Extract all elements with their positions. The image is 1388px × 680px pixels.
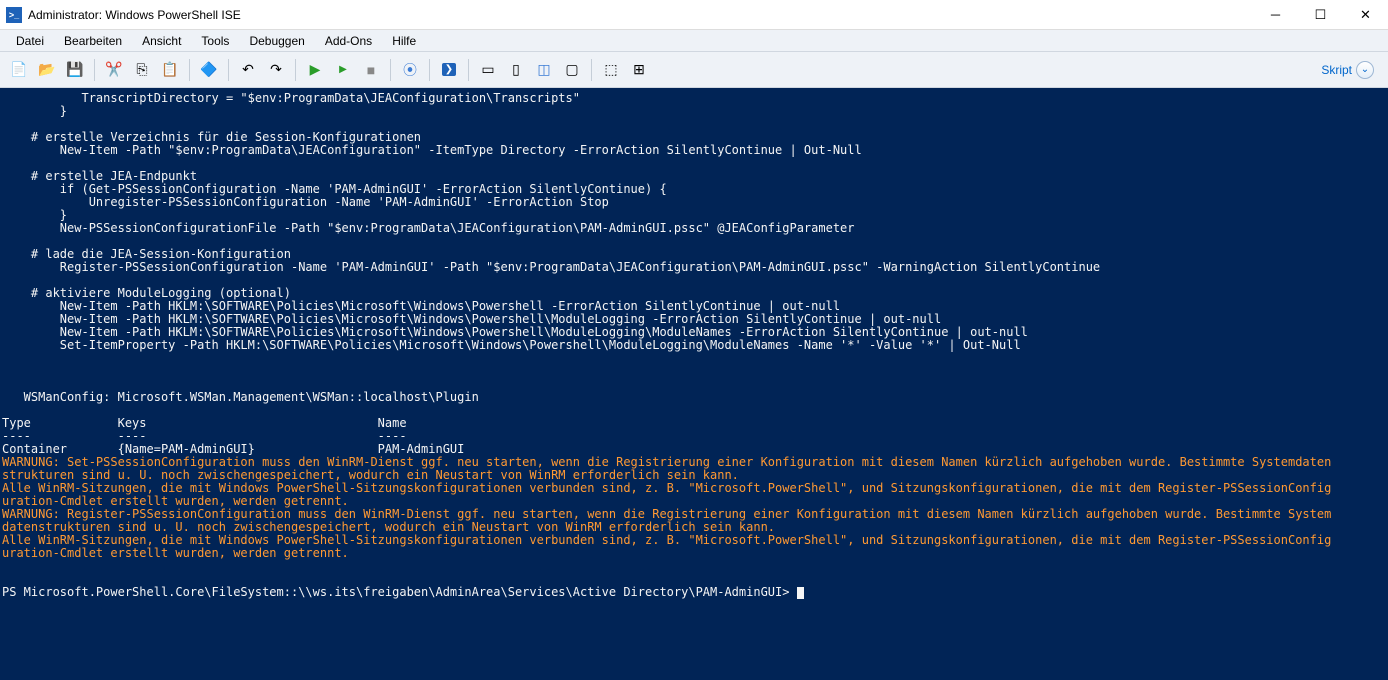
separator xyxy=(390,59,391,81)
chevron-down-icon: ⌄ xyxy=(1356,61,1374,79)
minimize-button[interactable]: ─ xyxy=(1253,0,1298,30)
pane-layout1-icon[interactable] xyxy=(475,57,501,83)
run-icon[interactable] xyxy=(302,57,328,83)
maximize-button[interactable]: ☐ xyxy=(1298,0,1343,30)
console-output[interactable]: TranscriptDirectory = "$env:ProgramData\… xyxy=(0,88,1388,603)
menubar: Datei Bearbeiten Ansicht Tools Debuggen … xyxy=(0,30,1388,52)
copy-icon[interactable] xyxy=(129,57,155,83)
menu-ansicht[interactable]: Ansicht xyxy=(134,32,189,50)
menu-bearbeiten[interactable]: Bearbeiten xyxy=(56,32,130,50)
undo-icon[interactable] xyxy=(235,57,261,83)
command-addon-icon[interactable] xyxy=(598,57,624,83)
menu-addons[interactable]: Add-Ons xyxy=(317,32,380,50)
pane-layout4-icon[interactable] xyxy=(559,57,585,83)
powershell-icon[interactable] xyxy=(436,57,462,83)
menu-debuggen[interactable]: Debuggen xyxy=(241,32,312,50)
menu-datei[interactable]: Datei xyxy=(8,32,52,50)
breakpoint-icon[interactable] xyxy=(397,57,423,83)
paste-icon[interactable] xyxy=(157,57,183,83)
close-button[interactable]: ✕ xyxy=(1343,0,1388,30)
show-command-icon[interactable] xyxy=(626,57,652,83)
titlebar: >_ Administrator: Windows PowerShell ISE… xyxy=(0,0,1388,30)
pane-layout2-icon[interactable] xyxy=(503,57,529,83)
window-title: Administrator: Windows PowerShell ISE xyxy=(28,8,241,22)
window-controls: ─ ☐ ✕ xyxy=(1253,0,1388,30)
new-icon[interactable] xyxy=(6,57,32,83)
separator xyxy=(295,59,296,81)
script-pane-toggle[interactable]: Skript ⌄ xyxy=(1321,61,1382,79)
separator xyxy=(429,59,430,81)
menu-hilfe[interactable]: Hilfe xyxy=(384,32,424,50)
app-icon: >_ xyxy=(6,7,22,23)
run-selection-icon[interactable] xyxy=(330,57,356,83)
toolbar: Skript ⌄ xyxy=(0,52,1388,88)
pane-layout3-icon[interactable] xyxy=(531,57,557,83)
stop-icon[interactable] xyxy=(358,57,384,83)
separator xyxy=(468,59,469,81)
console-pane[interactable]: TranscriptDirectory = "$env:ProgramData\… xyxy=(0,88,1388,680)
cut-icon[interactable] xyxy=(101,57,127,83)
separator xyxy=(94,59,95,81)
separator xyxy=(591,59,592,81)
script-label: Skript xyxy=(1321,63,1352,77)
separator xyxy=(228,59,229,81)
menu-tools[interactable]: Tools xyxy=(193,32,237,50)
open-icon[interactable] xyxy=(34,57,60,83)
separator xyxy=(189,59,190,81)
clear-icon[interactable] xyxy=(196,57,222,83)
redo-icon[interactable] xyxy=(263,57,289,83)
save-icon[interactable] xyxy=(62,57,88,83)
